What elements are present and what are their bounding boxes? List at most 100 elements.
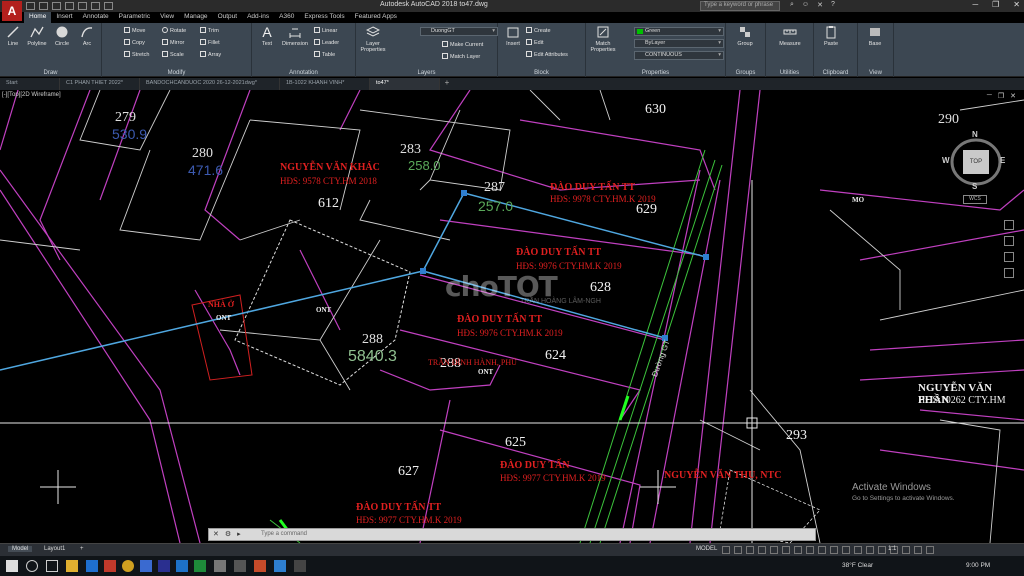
model-space-toggle[interactable]: MODEL <box>696 546 717 552</box>
customize-icon[interactable]: ⚙ <box>225 530 231 538</box>
polar-icon[interactable] <box>758 546 766 554</box>
zoom-icon[interactable] <box>1004 252 1014 262</box>
osnap-icon[interactable] <box>770 546 778 554</box>
lock-ui-icon[interactable] <box>914 546 922 554</box>
quick-properties-icon[interactable] <box>902 546 910 554</box>
leader-tool[interactable]: Leader <box>314 39 339 46</box>
viewcube-top-face[interactable]: TOP <box>963 150 989 174</box>
windows-start-icon[interactable] <box>6 560 18 572</box>
group-tool[interactable]: Group <box>732 25 758 47</box>
tab-manage[interactable]: Manage <box>179 12 213 23</box>
copy-tool[interactable]: Copy <box>124 39 145 46</box>
app-icon[interactable] <box>274 560 286 572</box>
close-icon[interactable]: ✕ <box>1013 0 1020 9</box>
layer-dropdown[interactable]: DuongGT ▾ <box>420 27 498 36</box>
search-icon[interactable] <box>26 560 38 572</box>
app-logo-button[interactable]: A <box>2 1 22 21</box>
maximize-icon[interactable]: ❐ <box>992 0 999 9</box>
search-icon[interactable]: ⌕ <box>790 1 794 9</box>
trim-tool[interactable]: Trim <box>200 27 219 34</box>
tab-a360[interactable]: A360 <box>274 12 299 23</box>
app-icon[interactable] <box>140 560 152 572</box>
otrack-icon[interactable] <box>782 546 790 554</box>
match-layer-tool[interactable]: Match Layer <box>442 53 480 60</box>
tab-express-tools[interactable]: Express Tools <box>299 12 349 23</box>
array-tool[interactable]: Array <box>200 51 221 58</box>
add-layout-button[interactable]: + <box>76 546 88 552</box>
close-icon[interactable]: ✕ <box>213 530 219 538</box>
orbit-icon[interactable] <box>1004 268 1014 278</box>
file-explorer-icon[interactable] <box>66 560 78 572</box>
circle-tool[interactable]: Circle <box>49 25 75 47</box>
help-icon[interactable]: ? <box>831 1 835 9</box>
viewport-label[interactable]: [-][Top][2D Wireframe] <box>2 92 61 98</box>
search-input[interactable]: Type a keyword or phrase <box>700 1 780 11</box>
tab-insert[interactable]: Insert <box>51 12 77 23</box>
tab-model[interactable]: Model <box>8 546 33 552</box>
steering-wheel-icon[interactable] <box>1004 220 1014 230</box>
chevron-right-icon[interactable]: ▸ <box>237 530 241 538</box>
redo-icon[interactable] <box>104 2 113 10</box>
file-tab[interactable]: C1 PHAN THIET 2022* <box>60 78 140 90</box>
exchange-icon[interactable]: ✕ <box>817 1 823 9</box>
save-as-icon[interactable] <box>65 2 74 10</box>
compass-east[interactable]: E <box>1000 156 1005 165</box>
annotation-scale-icon[interactable] <box>854 546 862 554</box>
tab-output[interactable]: Output <box>213 12 243 23</box>
paste-tool[interactable]: Paste <box>818 25 844 47</box>
line-tool[interactable]: Line <box>0 25 26 47</box>
table-tool[interactable]: Table <box>314 51 335 58</box>
lineweight-dropdown[interactable]: CONTINUOUS ▾ <box>634 51 724 60</box>
file-tab[interactable]: 1B-1022 KHANH VINH* <box>280 78 370 90</box>
stretch-tool[interactable]: Stretch <box>124 51 149 58</box>
tab-home[interactable]: Home <box>24 12 52 23</box>
fillet-tool[interactable]: Fillet <box>200 39 220 46</box>
tab-parametric[interactable]: Parametric <box>114 12 155 23</box>
lineweight-icon[interactable] <box>794 546 802 554</box>
text-tool[interactable]: A Text <box>254 25 280 47</box>
base-tool[interactable]: Base <box>862 25 888 47</box>
minimize-icon[interactable]: ─ <box>972 0 978 9</box>
isolate-objects-icon[interactable] <box>926 546 934 554</box>
app-icon[interactable] <box>294 560 306 572</box>
undo-icon[interactable] <box>91 2 100 10</box>
minimize-icon[interactable]: ─ <box>987 92 992 100</box>
new-tab-button[interactable]: + <box>440 78 454 90</box>
pan-icon[interactable] <box>1004 236 1014 246</box>
taskbar-clock[interactable]: 9:00 PM <box>966 562 990 569</box>
grid-icon[interactable] <box>722 546 730 554</box>
measure-tool[interactable]: Measure <box>776 25 804 47</box>
dimension-tool[interactable]: Dimension <box>280 25 310 47</box>
file-tab-active[interactable]: to47* <box>370 78 440 90</box>
app-icon[interactable] <box>158 560 170 572</box>
tab-featured-apps[interactable]: Featured Apps <box>350 12 402 23</box>
move-tool[interactable]: Move <box>124 27 145 34</box>
selection-cycling-icon[interactable] <box>818 546 826 554</box>
sign-in-icon[interactable]: ☺ <box>802 1 809 9</box>
workspace-icon[interactable] <box>866 546 874 554</box>
insert-tool[interactable]: Insert <box>500 25 526 47</box>
word-icon[interactable] <box>176 560 188 572</box>
app-icon[interactable] <box>254 560 266 572</box>
create-block-tool[interactable]: Create <box>526 27 551 34</box>
annotation-monitor-icon[interactable] <box>878 546 886 554</box>
edit-block-tool[interactable]: Edit <box>526 39 543 46</box>
tab-view[interactable]: View <box>155 12 179 23</box>
linetype-dropdown[interactable]: ByLayer ▾ <box>634 39 724 48</box>
tab-add-ins[interactable]: Add-ins <box>242 12 274 23</box>
file-tab[interactable]: BANDOCHCANDUOC 2020 26-12-2021dwg* <box>140 78 280 90</box>
weather-widget[interactable]: 38°F Clear <box>842 562 873 569</box>
restore-icon[interactable]: ❐ <box>998 92 1004 100</box>
tab-annotate[interactable]: Annotate <box>78 12 114 23</box>
mirror-tool[interactable]: Mirror <box>162 39 184 46</box>
color-dropdown[interactable]: Green ▾ <box>634 27 724 36</box>
viewcube[interactable]: TOP N S W E <box>942 130 1008 194</box>
scale-tool[interactable]: Scale <box>162 51 184 58</box>
wcs-menu[interactable]: WCS <box>963 195 987 204</box>
transparency-icon[interactable] <box>806 546 814 554</box>
plot-icon[interactable] <box>78 2 87 10</box>
compass-north[interactable]: N <box>972 130 978 139</box>
compass-south[interactable]: S <box>972 182 977 191</box>
app-icon[interactable] <box>234 560 246 572</box>
tab-layout1[interactable]: Layout1 <box>40 546 69 552</box>
